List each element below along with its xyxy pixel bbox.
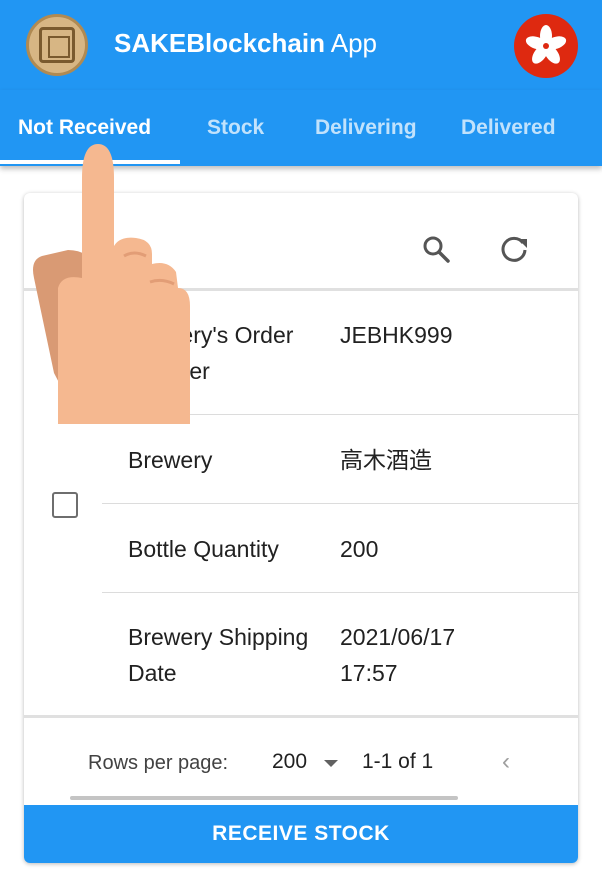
search-icon[interactable] bbox=[418, 231, 454, 267]
tab-delivered[interactable]: Delivered bbox=[461, 116, 556, 140]
shipping-date-label: Brewery Shipping Date bbox=[128, 624, 309, 686]
bottle-quantity-label: Bottle Quantity bbox=[128, 536, 279, 562]
app-title: SAKEBlockchain App bbox=[114, 28, 378, 58]
row-divider bbox=[102, 503, 578, 504]
bottle-quantity-value: 200 bbox=[340, 536, 379, 562]
rows-per-page-label: Rows per page: bbox=[88, 752, 229, 774]
order-number-value: JEBHK999 bbox=[340, 322, 453, 348]
tab-delivering[interactable]: Delivering bbox=[315, 116, 417, 140]
app-bar: SAKEBlockchain App bbox=[0, 0, 602, 90]
pagination-range: 1-1 of 1 bbox=[362, 750, 434, 773]
chevron-left-icon[interactable]: ‹ bbox=[502, 748, 510, 776]
brewery-label: Brewery bbox=[128, 447, 213, 473]
horizontal-scrollbar[interactable] bbox=[70, 796, 458, 800]
row-divider bbox=[102, 592, 578, 593]
table-pagination: Rows per page: 200 1-1 of 1 ‹ bbox=[24, 715, 578, 805]
tap-hand-overlay bbox=[28, 138, 198, 428]
caret-down-icon[interactable] bbox=[324, 760, 338, 767]
brewery-value: 高木酒造 bbox=[340, 447, 432, 473]
receive-stock-button[interactable]: RECEIVE STOCK bbox=[24, 805, 578, 863]
tab-stock[interactable]: Stock bbox=[207, 116, 264, 140]
refresh-icon[interactable] bbox=[496, 231, 532, 267]
shipping-date-value: 2021/06/17 17:57 bbox=[340, 624, 456, 686]
tab-not-received[interactable]: Not Received bbox=[18, 116, 151, 140]
hong-kong-flag-icon[interactable] bbox=[514, 14, 578, 78]
app-logo bbox=[26, 14, 88, 76]
row-checkbox[interactable] bbox=[52, 492, 78, 518]
rows-per-page-select[interactable]: 200 bbox=[272, 750, 307, 774]
